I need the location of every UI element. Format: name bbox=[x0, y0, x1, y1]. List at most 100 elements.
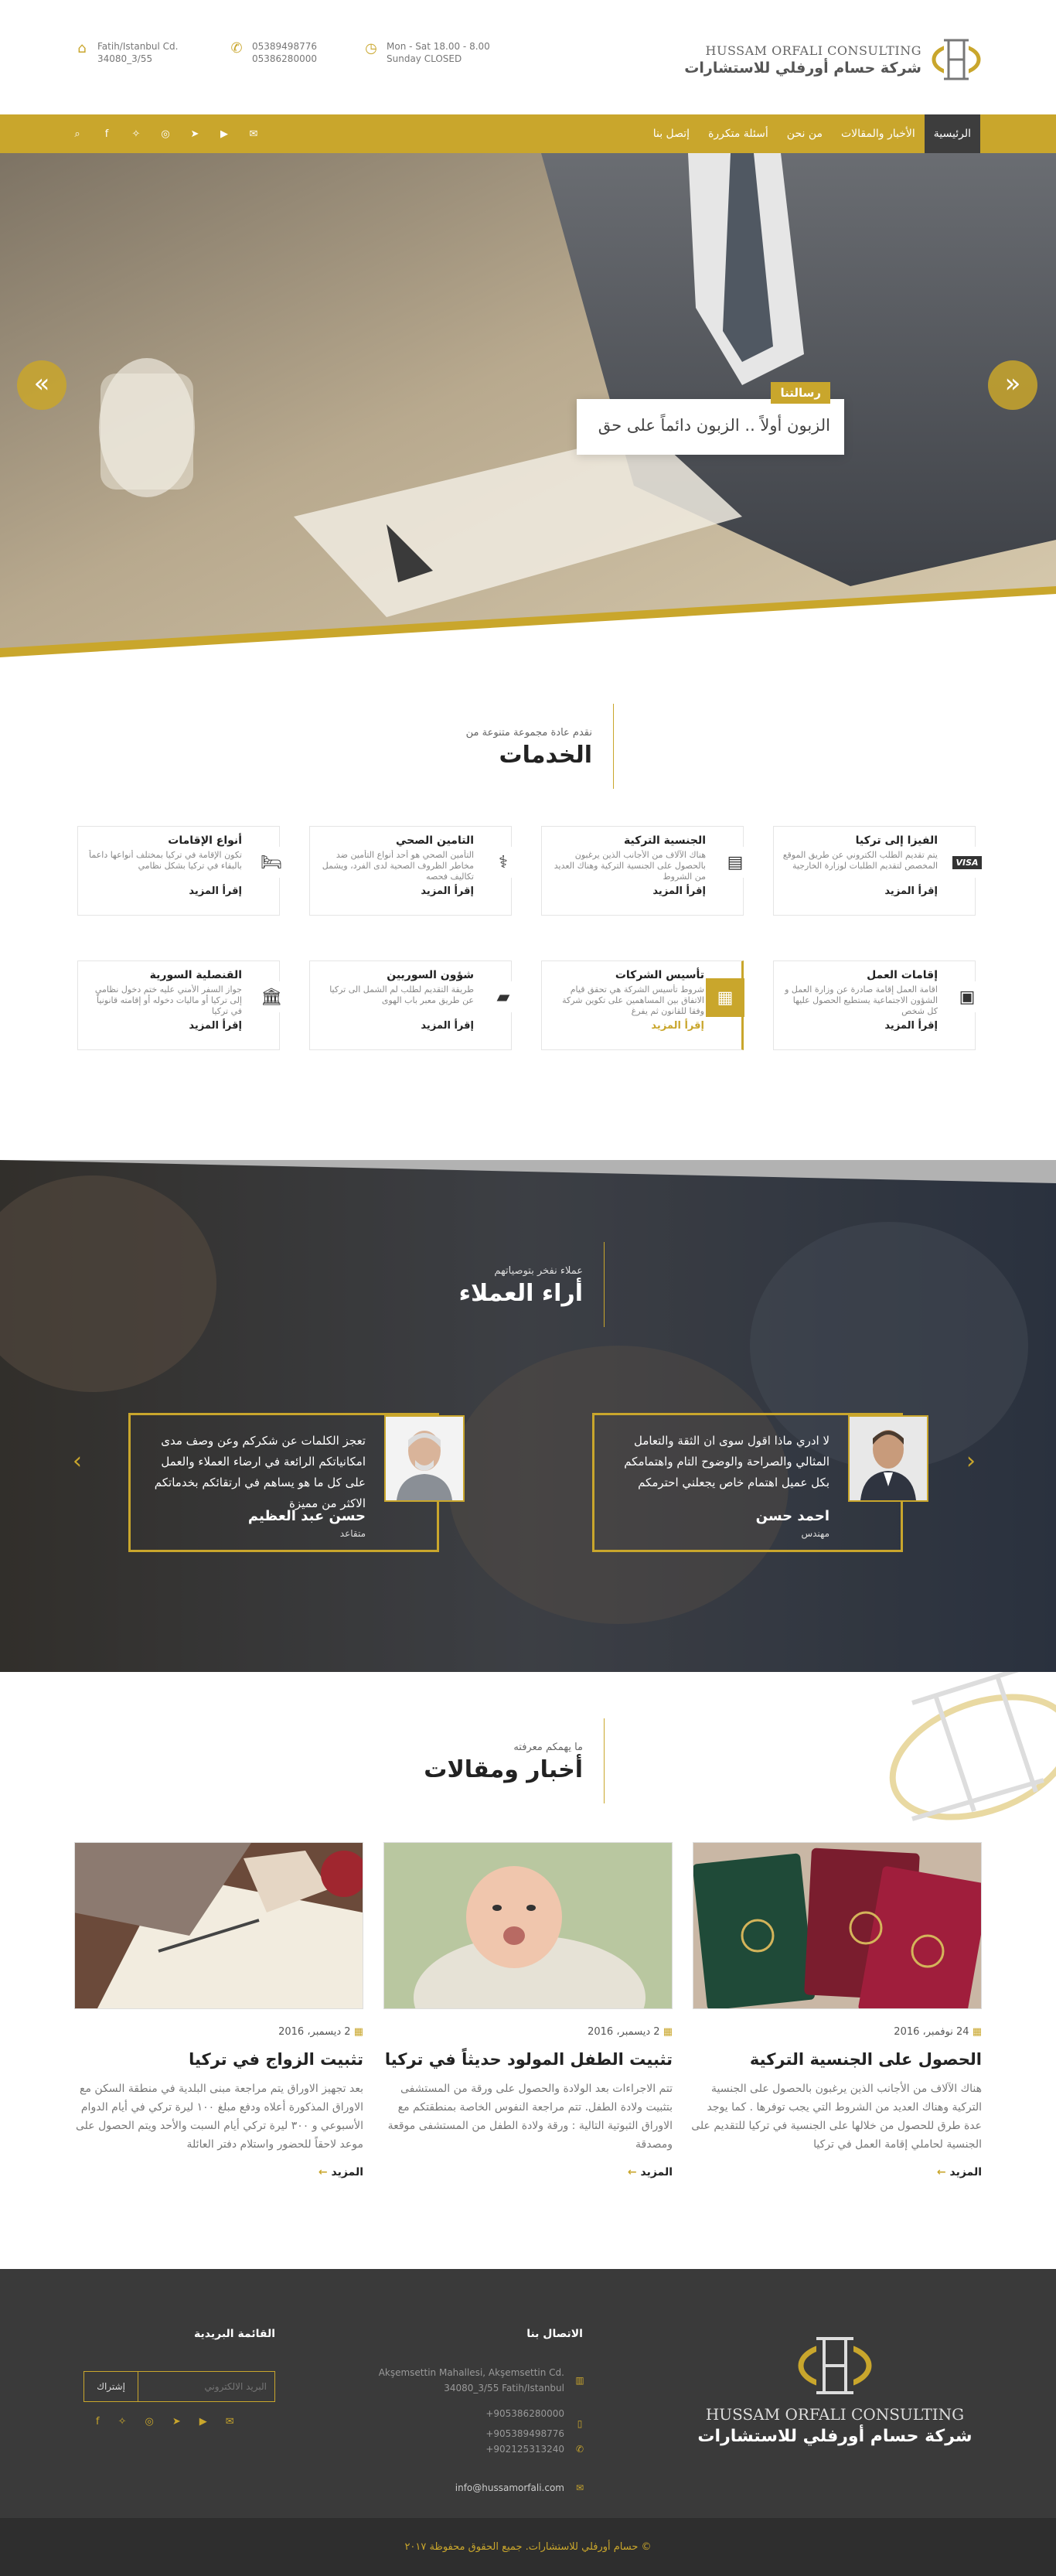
avatar bbox=[848, 1415, 928, 1502]
service-card[interactable]: ▣ إقامات العمل اقامة العمل إقامة صادرة عن… bbox=[773, 960, 984, 1050]
service-desc: هناك الآلاف من الأجانب الذين يرغبون بالح… bbox=[554, 850, 706, 882]
news-title[interactable]: تثبيت الطفل المولود حديثاً في تركيا bbox=[382, 2050, 673, 2069]
instagram-icon[interactable]: ◎ bbox=[145, 2416, 153, 2428]
service-read-more-link[interactable]: إقرأ المزيد bbox=[550, 1020, 704, 1032]
service-read-more-link[interactable]: إقرأ المزيد bbox=[318, 1020, 474, 1032]
news-image[interactable] bbox=[383, 1842, 673, 2009]
hero-next-button[interactable]: » bbox=[988, 360, 1037, 410]
badge-icon: ▣ bbox=[950, 981, 984, 1012]
service-card[interactable]: ▤ الجنسية التركية هناك الآلاف من الأجانب … bbox=[541, 826, 752, 916]
service-card[interactable]: 🏛 القنصلية السورية جواز السفر الأمني عليه… bbox=[77, 960, 288, 1050]
footer-email: ✉ info@hussamorfali.com bbox=[455, 2482, 586, 2493]
service-title: التامين الصحي bbox=[396, 834, 474, 847]
search-icon[interactable]: ⌕ bbox=[71, 128, 83, 140]
hero-slider: « » رسالتنا الزبون أولاً .. الزبون دائما… bbox=[0, 153, 1056, 670]
service-read-more-link[interactable]: إقرأ المزيد bbox=[782, 1020, 938, 1032]
telegram-icon[interactable]: ➤ bbox=[189, 128, 201, 140]
footer-address-line1: Akşemsettin Mahallesi, Akşemsettin Cd. bbox=[378, 2367, 564, 2378]
news-date: ▦ 2 ديسمبر، 2016 bbox=[73, 2026, 363, 2038]
footer-logo[interactable]: HUSSAM ORFALI CONSULTING شركة حسام أورفل… bbox=[696, 2405, 974, 2446]
heading-divider bbox=[604, 1718, 605, 1803]
footer-social-icons: f ✧ ◎ ➤ ▶ ✉ bbox=[96, 2416, 234, 2428]
service-desc: اقامة العمل إقامة صادرة عن وزارة العمل و… bbox=[785, 984, 938, 1016]
newsletter-email-input[interactable] bbox=[138, 2372, 274, 2401]
service-card[interactable]: VISA الفيزا إلى تركيا يتم تقديم الطلب الك… bbox=[773, 826, 984, 916]
address-line1: Fatih/Istanbul Cd. bbox=[97, 41, 179, 52]
telegram-icon[interactable]: ➤ bbox=[172, 2416, 181, 2428]
testimonials-prev-arrow[interactable]: ‹ bbox=[73, 1448, 82, 1475]
avatar bbox=[384, 1415, 465, 1502]
news-more-link[interactable]: المزيد ← bbox=[73, 2166, 363, 2179]
phone-1[interactable]: 05389498776 bbox=[252, 40, 317, 53]
twitter-icon[interactable]: ✧ bbox=[130, 128, 142, 140]
news-title[interactable]: تثبيت الزواج في تركيا bbox=[73, 2050, 363, 2069]
service-desc: شروط تأسيس الشركة هي تحقق قيام الاتفاق ب… bbox=[562, 984, 704, 1016]
subscribe-button[interactable]: إشتراك bbox=[84, 2372, 138, 2401]
phone-icon: ✆ bbox=[575, 2444, 584, 2455]
news-more-link[interactable]: المزيد ← bbox=[691, 2166, 982, 2179]
hours-line1: Mon - Sat 18.00 - 8.00 bbox=[387, 41, 490, 52]
footer-address: ▥ Akşemsettin Mahallesi, Akşemsettin Cd.… bbox=[379, 2365, 586, 2396]
service-card[interactable]: ▰ شؤون السوريين طريقة التقديم لطلب لم الش… bbox=[309, 960, 520, 1050]
testimonial-quote: لا ادري ماذا اقول سوى ان الثقة والتعامل … bbox=[624, 1434, 829, 1489]
footer-contact-title: الاتصال بنا bbox=[526, 2328, 583, 2340]
nav-about[interactable]: من نحن bbox=[778, 114, 832, 153]
news-image[interactable] bbox=[693, 1842, 982, 2009]
service-card[interactable]: ⚕ التامين الصحي التأمين الصحي هو أحد أنوا… bbox=[309, 826, 520, 916]
phone-2[interactable]: 05386280000 bbox=[252, 53, 317, 65]
testimonials-next-arrow[interactable]: › bbox=[966, 1448, 976, 1475]
footer-email-link[interactable]: info@hussamorfali.com bbox=[455, 2482, 564, 2493]
service-desc: طريقة التقديم لطلب لم الشمل الى تركيا عن… bbox=[329, 984, 474, 1005]
logo[interactable]: HUSSAM ORFALI CONSULTING شركة حسام أورفل… bbox=[684, 32, 982, 87]
nav-faq[interactable]: أسئلة متكررة bbox=[699, 114, 778, 153]
document-icon: ▦ bbox=[706, 978, 744, 1017]
service-read-more-link[interactable]: إقرأ المزيد bbox=[86, 1020, 242, 1032]
news-title[interactable]: الحصول على الجنسية التركية bbox=[691, 2050, 982, 2069]
nav-home[interactable]: الرئيسية bbox=[924, 114, 980, 153]
service-read-more-link[interactable]: إقرأ المزيد bbox=[782, 885, 938, 897]
service-desc: التأمين الصحي هو أحد أنواع التأمين ضد مخ… bbox=[322, 850, 474, 882]
service-desc: تكون الإقامة في تركيا بمختلف أنواعها داع… bbox=[88, 850, 242, 871]
service-title: إقامات العمل bbox=[867, 969, 938, 981]
service-card[interactable]: 🛏 أنواع الإقامات تكون الإقامة في تركيا بم… bbox=[77, 826, 288, 916]
nav-menu: الرئيسية الأخبار والمقالات من نحن أسئلة … bbox=[644, 114, 980, 153]
service-title: القنصلية السورية bbox=[149, 969, 242, 981]
footer-phone-3[interactable]: +902125313240 bbox=[485, 2444, 564, 2455]
service-read-more-link[interactable]: إقرأ المزيد bbox=[550, 885, 706, 897]
footer-phone-2[interactable]: +905389498776 bbox=[485, 2424, 564, 2444]
envelope-icon[interactable]: ✉ bbox=[226, 2416, 234, 2428]
service-read-more-link[interactable]: إقرأ المزيد bbox=[318, 885, 474, 897]
clock-icon: ◷ bbox=[365, 40, 377, 56]
calendar-icon: ▦ bbox=[972, 2026, 982, 2038]
arrow-left-icon: ← bbox=[318, 2166, 328, 2179]
envelope-icon[interactable]: ✉ bbox=[247, 128, 260, 140]
news-more-text: المزيد bbox=[949, 2166, 983, 2179]
news-image[interactable] bbox=[74, 1842, 363, 2009]
nav-contact[interactable]: إتصل بنا bbox=[644, 114, 699, 153]
mobile-icon: ▯ bbox=[577, 2418, 583, 2429]
service-read-more-link[interactable]: إقرأ المزيد bbox=[86, 885, 242, 897]
youtube-icon[interactable]: ▶ bbox=[218, 128, 230, 140]
news-date: ▦ 24 نوفمبر، 2016 bbox=[691, 2026, 982, 2038]
home-icon: ⌂ bbox=[77, 40, 87, 56]
footer-phone-1[interactable]: +905386280000 bbox=[485, 2404, 564, 2424]
hero-background-image bbox=[0, 153, 1056, 670]
news-subtitle: ما يهمكم معرفته bbox=[513, 1742, 583, 1753]
news-date: ▦ 2 ديسمبر، 2016 bbox=[382, 2026, 673, 2038]
news-more-link[interactable]: المزيد ← bbox=[382, 2166, 673, 2179]
hero-prev-button[interactable]: « bbox=[17, 360, 66, 410]
news-more-text: المزيد bbox=[640, 2166, 673, 2179]
twitter-icon[interactable]: ✧ bbox=[118, 2416, 127, 2428]
facebook-icon[interactable]: f bbox=[100, 128, 113, 140]
nav-news[interactable]: الأخبار والمقالات bbox=[832, 114, 925, 153]
instagram-icon[interactable]: ◎ bbox=[159, 128, 172, 140]
nav-social-icons: ⌕ f ✧ ◎ ➤ ▶ ✉ bbox=[71, 114, 260, 153]
facebook-icon[interactable]: f bbox=[96, 2416, 100, 2428]
service-title: الجنسية التركية bbox=[623, 834, 706, 847]
footer-address-line2: 34080_3/55 Fatih/Istanbul bbox=[444, 2383, 564, 2393]
service-card-active[interactable]: ▦ تأسيس الشركات شروط تأسيس الشركة هي تحقق… bbox=[541, 960, 744, 1050]
service-title: أنواع الإقامات bbox=[168, 834, 242, 847]
hero-caption: رسالتنا الزبون أولاً .. الزبون دائماً عل… bbox=[577, 382, 844, 455]
news-date-text: 2 ديسمبر، 2016 bbox=[278, 2026, 351, 2038]
youtube-icon[interactable]: ▶ bbox=[199, 2416, 207, 2428]
